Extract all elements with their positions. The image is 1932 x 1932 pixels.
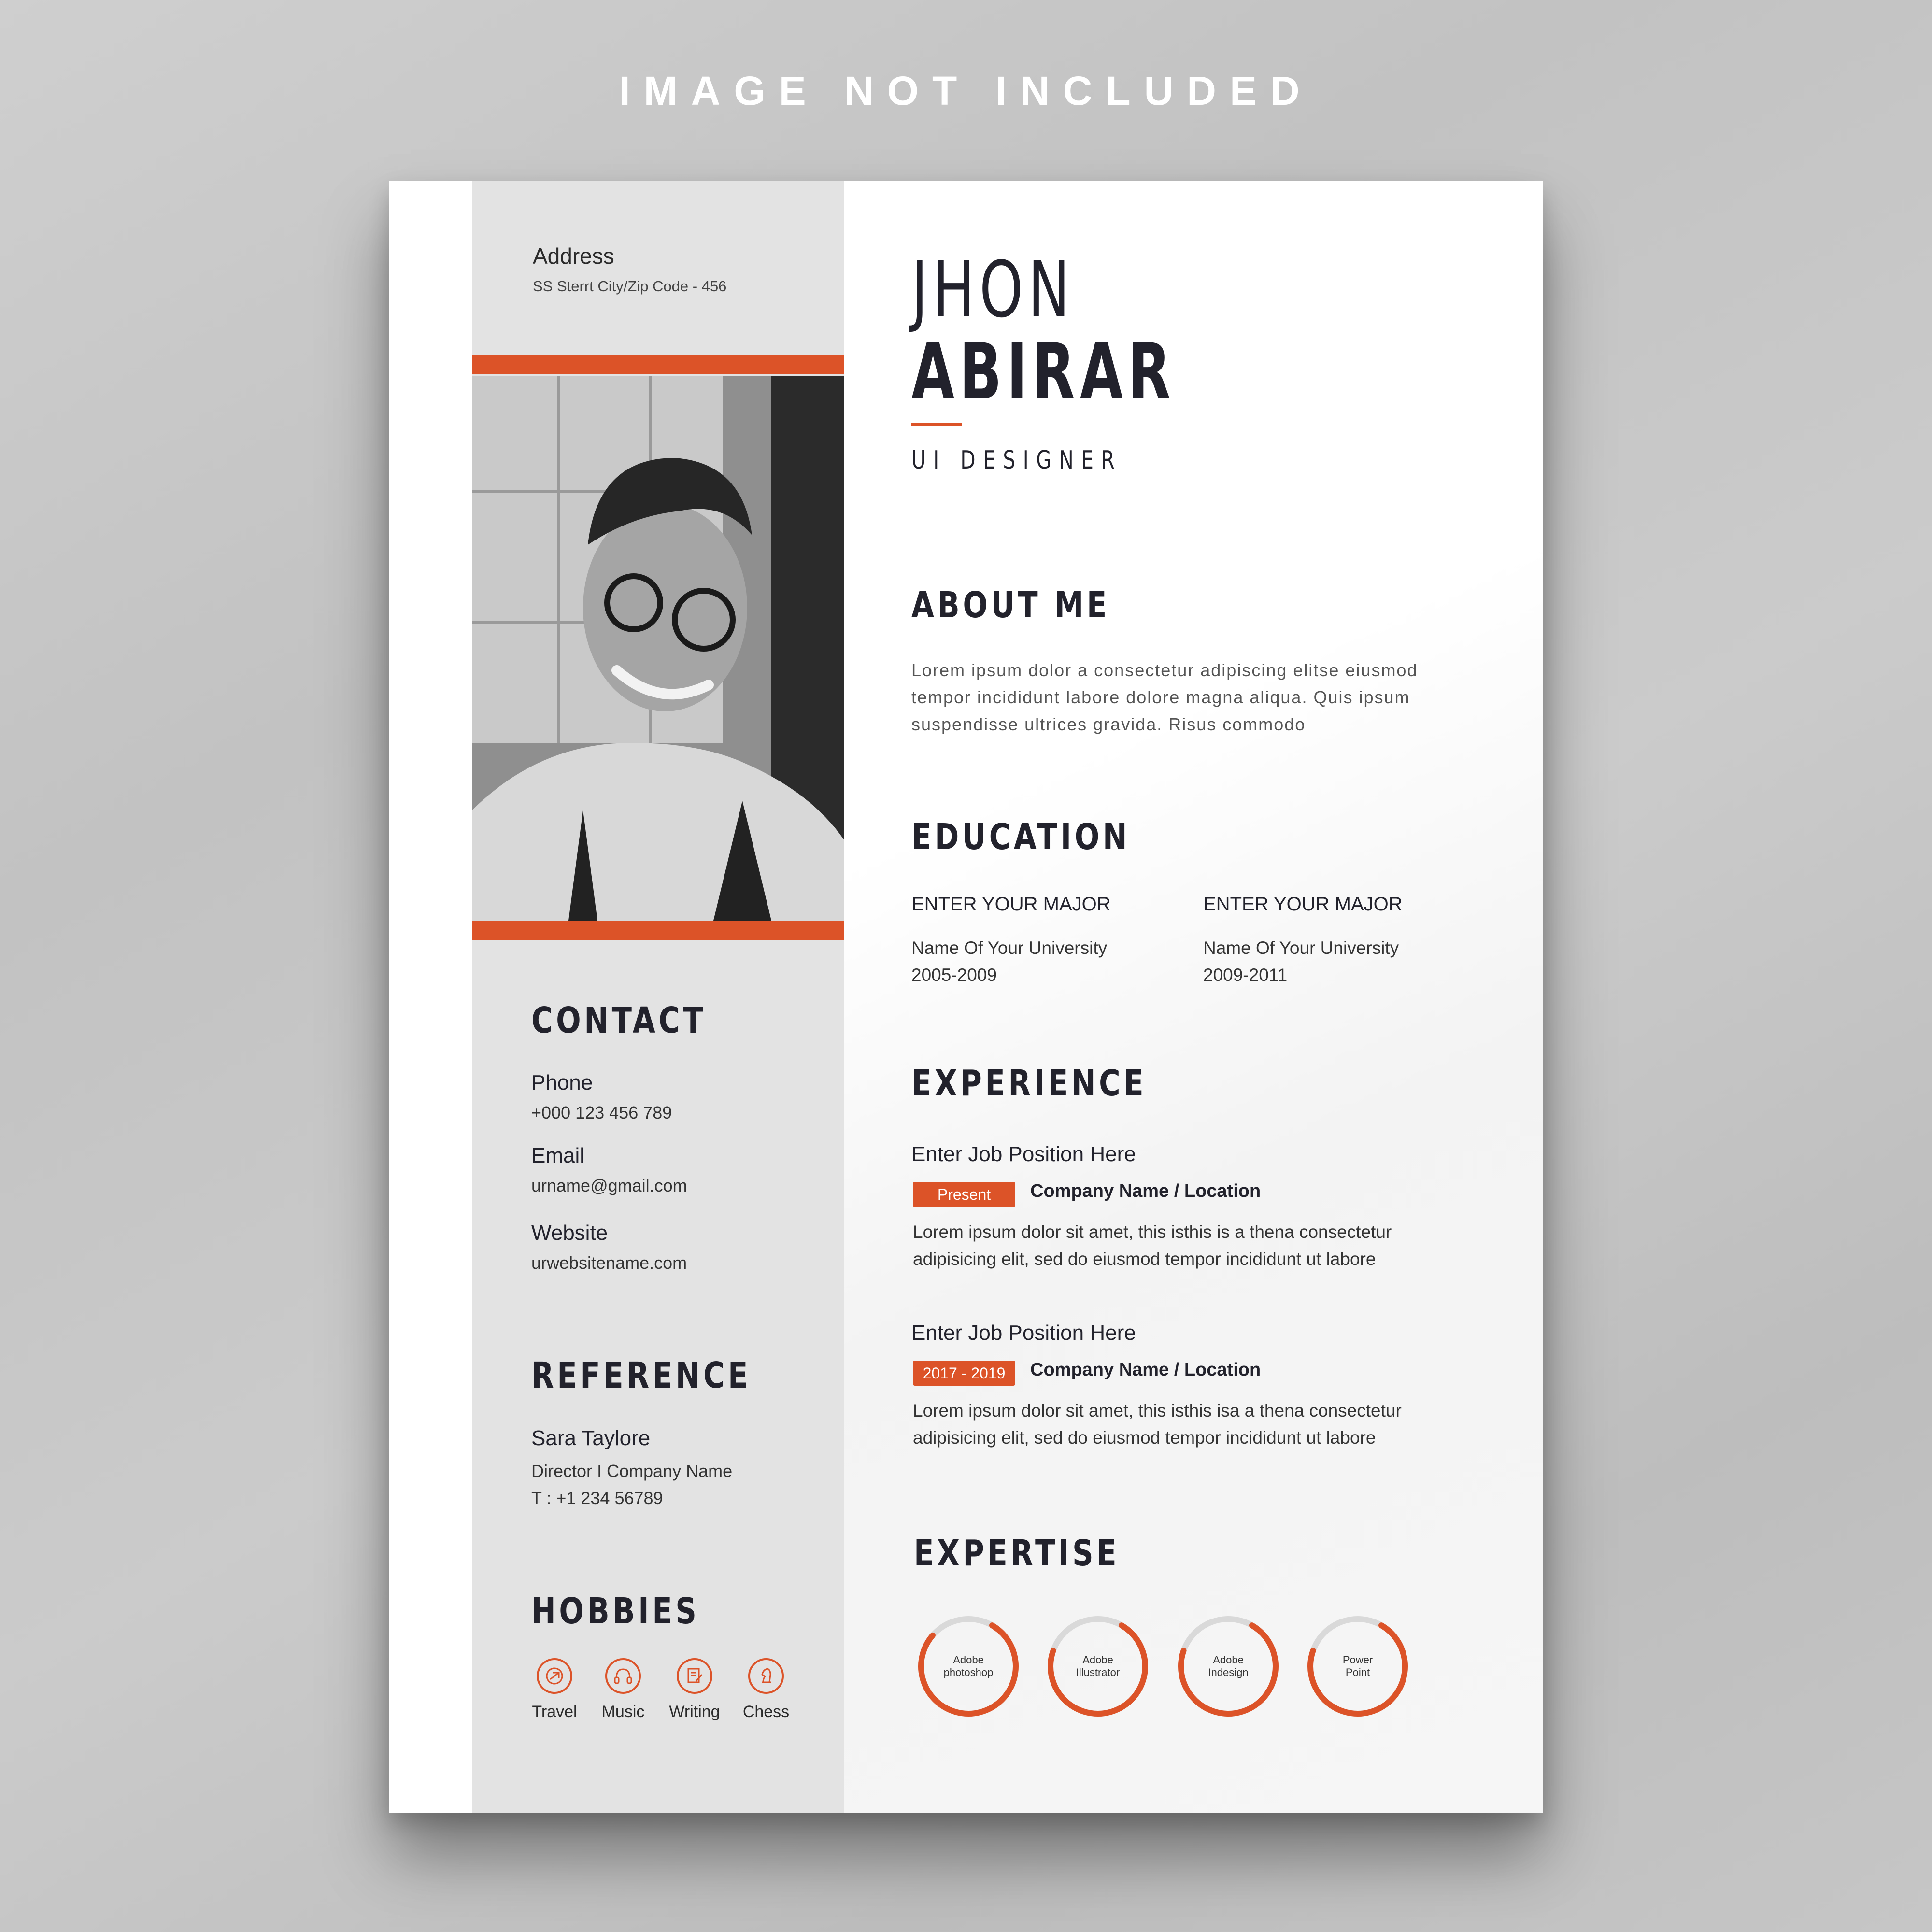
- hobby-chess: Chess: [730, 1658, 802, 1721]
- email-value[interactable]: urname@gmail.com: [531, 1176, 687, 1196]
- education-item: ENTER YOUR MAJOR Name Of Your University…: [911, 894, 1111, 989]
- education-years: 2005-2009: [911, 965, 997, 985]
- photo-bottom-bar: [472, 921, 844, 940]
- job-description: Lorem ipsum dolor sit amet, this isthis …: [913, 1222, 1392, 1269]
- hobby-writing: Writing: [658, 1658, 731, 1721]
- contact-heading: CONTACT: [531, 1000, 707, 1041]
- banner-title: IMAGE NOT INCLUDED: [619, 68, 1313, 114]
- expertise-ring: Power Point: [1305, 1613, 1411, 1719]
- company-name: Company Name / Location: [1030, 1181, 1261, 1201]
- education-university: Name Of Your University: [1203, 938, 1399, 958]
- job-description: Lorem ipsum dolor sit amet, this isthis …: [913, 1401, 1402, 1448]
- education-major: ENTER YOUR MAJOR: [911, 894, 1111, 915]
- expertise-ring: Adobe Illustrator: [1045, 1613, 1151, 1719]
- hobby-travel: Travel: [518, 1658, 591, 1721]
- expertise-heading: EXPERTISE: [914, 1533, 1120, 1574]
- phone-label: Phone: [531, 1071, 593, 1094]
- experience-heading: EXPERIENCE: [911, 1063, 1147, 1104]
- hobby-label: Chess: [742, 1703, 790, 1721]
- period-badge: 2017 - 2019: [913, 1361, 1015, 1386]
- job-position: Enter Job Position Here: [911, 1142, 1136, 1166]
- last-name: ABIRAR: [911, 327, 1176, 417]
- first-name: JHON: [911, 244, 1075, 335]
- headphones-icon: [605, 1658, 641, 1694]
- reference-phone: T : +1 234 56789: [531, 1488, 663, 1508]
- education-years: 2009-2011: [1203, 965, 1288, 985]
- travel-icon: [537, 1658, 572, 1694]
- website-value[interactable]: urwebsitename.com: [531, 1253, 687, 1273]
- reference-heading: REFERENCE: [531, 1355, 752, 1396]
- period-badge: Present: [913, 1182, 1015, 1207]
- hobbies-heading: HOBBIES: [531, 1591, 700, 1632]
- expertise-label: Adobe photoshop: [943, 1654, 994, 1678]
- education-heading: EDUCATION: [911, 816, 1131, 858]
- job-title: UI DESIGNER: [911, 446, 1122, 475]
- writing-icon: [677, 1658, 712, 1694]
- hobby-label: Writing: [669, 1703, 720, 1721]
- resume-sheet: Address SS Sterrt City/Zip Code - 456 JH…: [389, 181, 1543, 1813]
- address-value: SS Sterrt City/Zip Code - 456: [533, 278, 727, 295]
- chess-knight-icon: [748, 1658, 784, 1694]
- expertise-ring: Adobe Indesign: [1175, 1613, 1281, 1719]
- education-university: Name Of Your University: [911, 938, 1108, 958]
- expertise-label: Adobe Illustrator: [1076, 1654, 1120, 1678]
- website-label: Website: [531, 1221, 608, 1245]
- education-major: ENTER YOUR MAJOR: [1203, 894, 1403, 915]
- company-name: Company Name / Location: [1030, 1360, 1261, 1380]
- hobby-label: Travel: [532, 1703, 577, 1721]
- about-heading: ABOUT ME: [911, 584, 1110, 626]
- expertise-ring: Adobe photoshop: [915, 1613, 1022, 1719]
- education-item: ENTER YOUR MAJOR Name Of Your University…: [1203, 894, 1403, 989]
- expertise-label: Adobe Indesign: [1208, 1654, 1249, 1678]
- email-label: Email: [531, 1144, 585, 1167]
- about-text: Lorem ipsum dolor a consectetur adipisci…: [911, 660, 1418, 734]
- job-position: Enter Job Position Here: [911, 1321, 1136, 1345]
- profile-photo: [472, 376, 844, 921]
- name-divider: [911, 423, 962, 426]
- photo-top-bar: [472, 355, 844, 374]
- reference-role: Director I Company Name: [531, 1461, 733, 1481]
- address-label: Address: [533, 243, 614, 269]
- phone-value: +000 123 456 789: [531, 1103, 672, 1122]
- reference-name: Sara Taylore: [531, 1426, 651, 1450]
- hobby-label: Music: [601, 1703, 645, 1721]
- expertise-label: Power Point: [1342, 1654, 1373, 1678]
- hobby-music: Music: [587, 1658, 659, 1721]
